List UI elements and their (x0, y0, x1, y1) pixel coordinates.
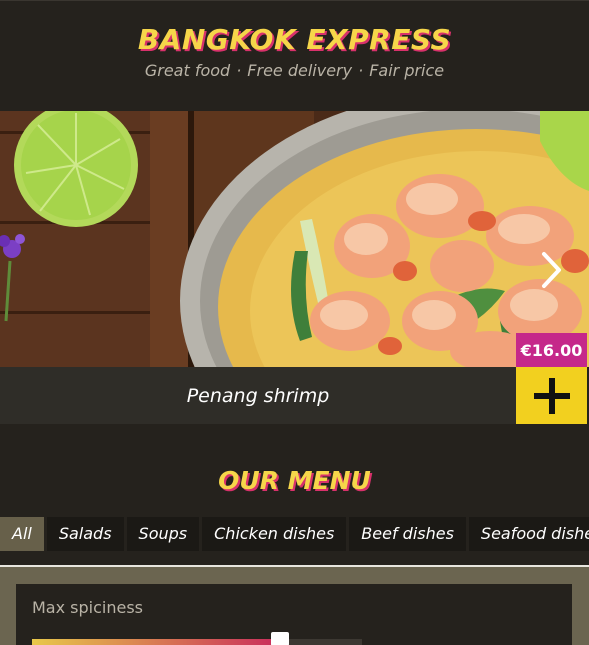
add-to-cart-button[interactable] (516, 367, 587, 424)
tab-seafood-dishes[interactable]: Seafood dishes (468, 517, 589, 551)
page: BANGKOK EXPRESS Great food · Free delivery… (0, 0, 589, 645)
menu-category-tabs: All Salads Soups Chicken dishes Beef dishes S… (0, 517, 589, 551)
filter-label: Max spiciness (32, 598, 143, 617)
tagline-item: Fair price (369, 61, 445, 80)
next-slide-button[interactable] (541, 251, 571, 291)
price-badge: €16.00 (516, 333, 587, 367)
tab-all[interactable]: All (0, 517, 44, 551)
tagline-separator: · (358, 61, 364, 80)
tab-salads[interactable]: Salads (46, 517, 124, 551)
filter-section: Max spiciness (0, 567, 589, 645)
site-header: BANGKOK EXPRESS Great food · Free delivery… (0, 0, 589, 111)
dish-name: Penang shrimp (0, 367, 516, 424)
tagline-item: Free delivery (247, 61, 353, 80)
brand-logo[interactable]: BANGKOK EXPRESS (0, 23, 589, 56)
tagline: Great food · Free delivery · Fair price (0, 61, 589, 80)
slider-handle[interactable] (270, 632, 289, 645)
featured-dish-image (0, 111, 589, 367)
featured-dish-slider (0, 111, 589, 367)
tab-beef-dishes[interactable]: Beef dishes (349, 517, 466, 551)
spiciness-slider[interactable] (32, 632, 362, 645)
tagline-separator: · (236, 61, 242, 80)
spiciness-filter: Max spiciness (16, 584, 572, 645)
slider-fill (32, 639, 280, 645)
tagline-item: Great food (144, 61, 231, 80)
tab-soups[interactable]: Soups (126, 517, 200, 551)
tab-chicken-dishes[interactable]: Chicken dishes (202, 517, 347, 551)
chevron-right-icon (542, 252, 561, 288)
plus-icon (533, 377, 570, 414)
menu-title: OUR MENU (218, 466, 371, 495)
